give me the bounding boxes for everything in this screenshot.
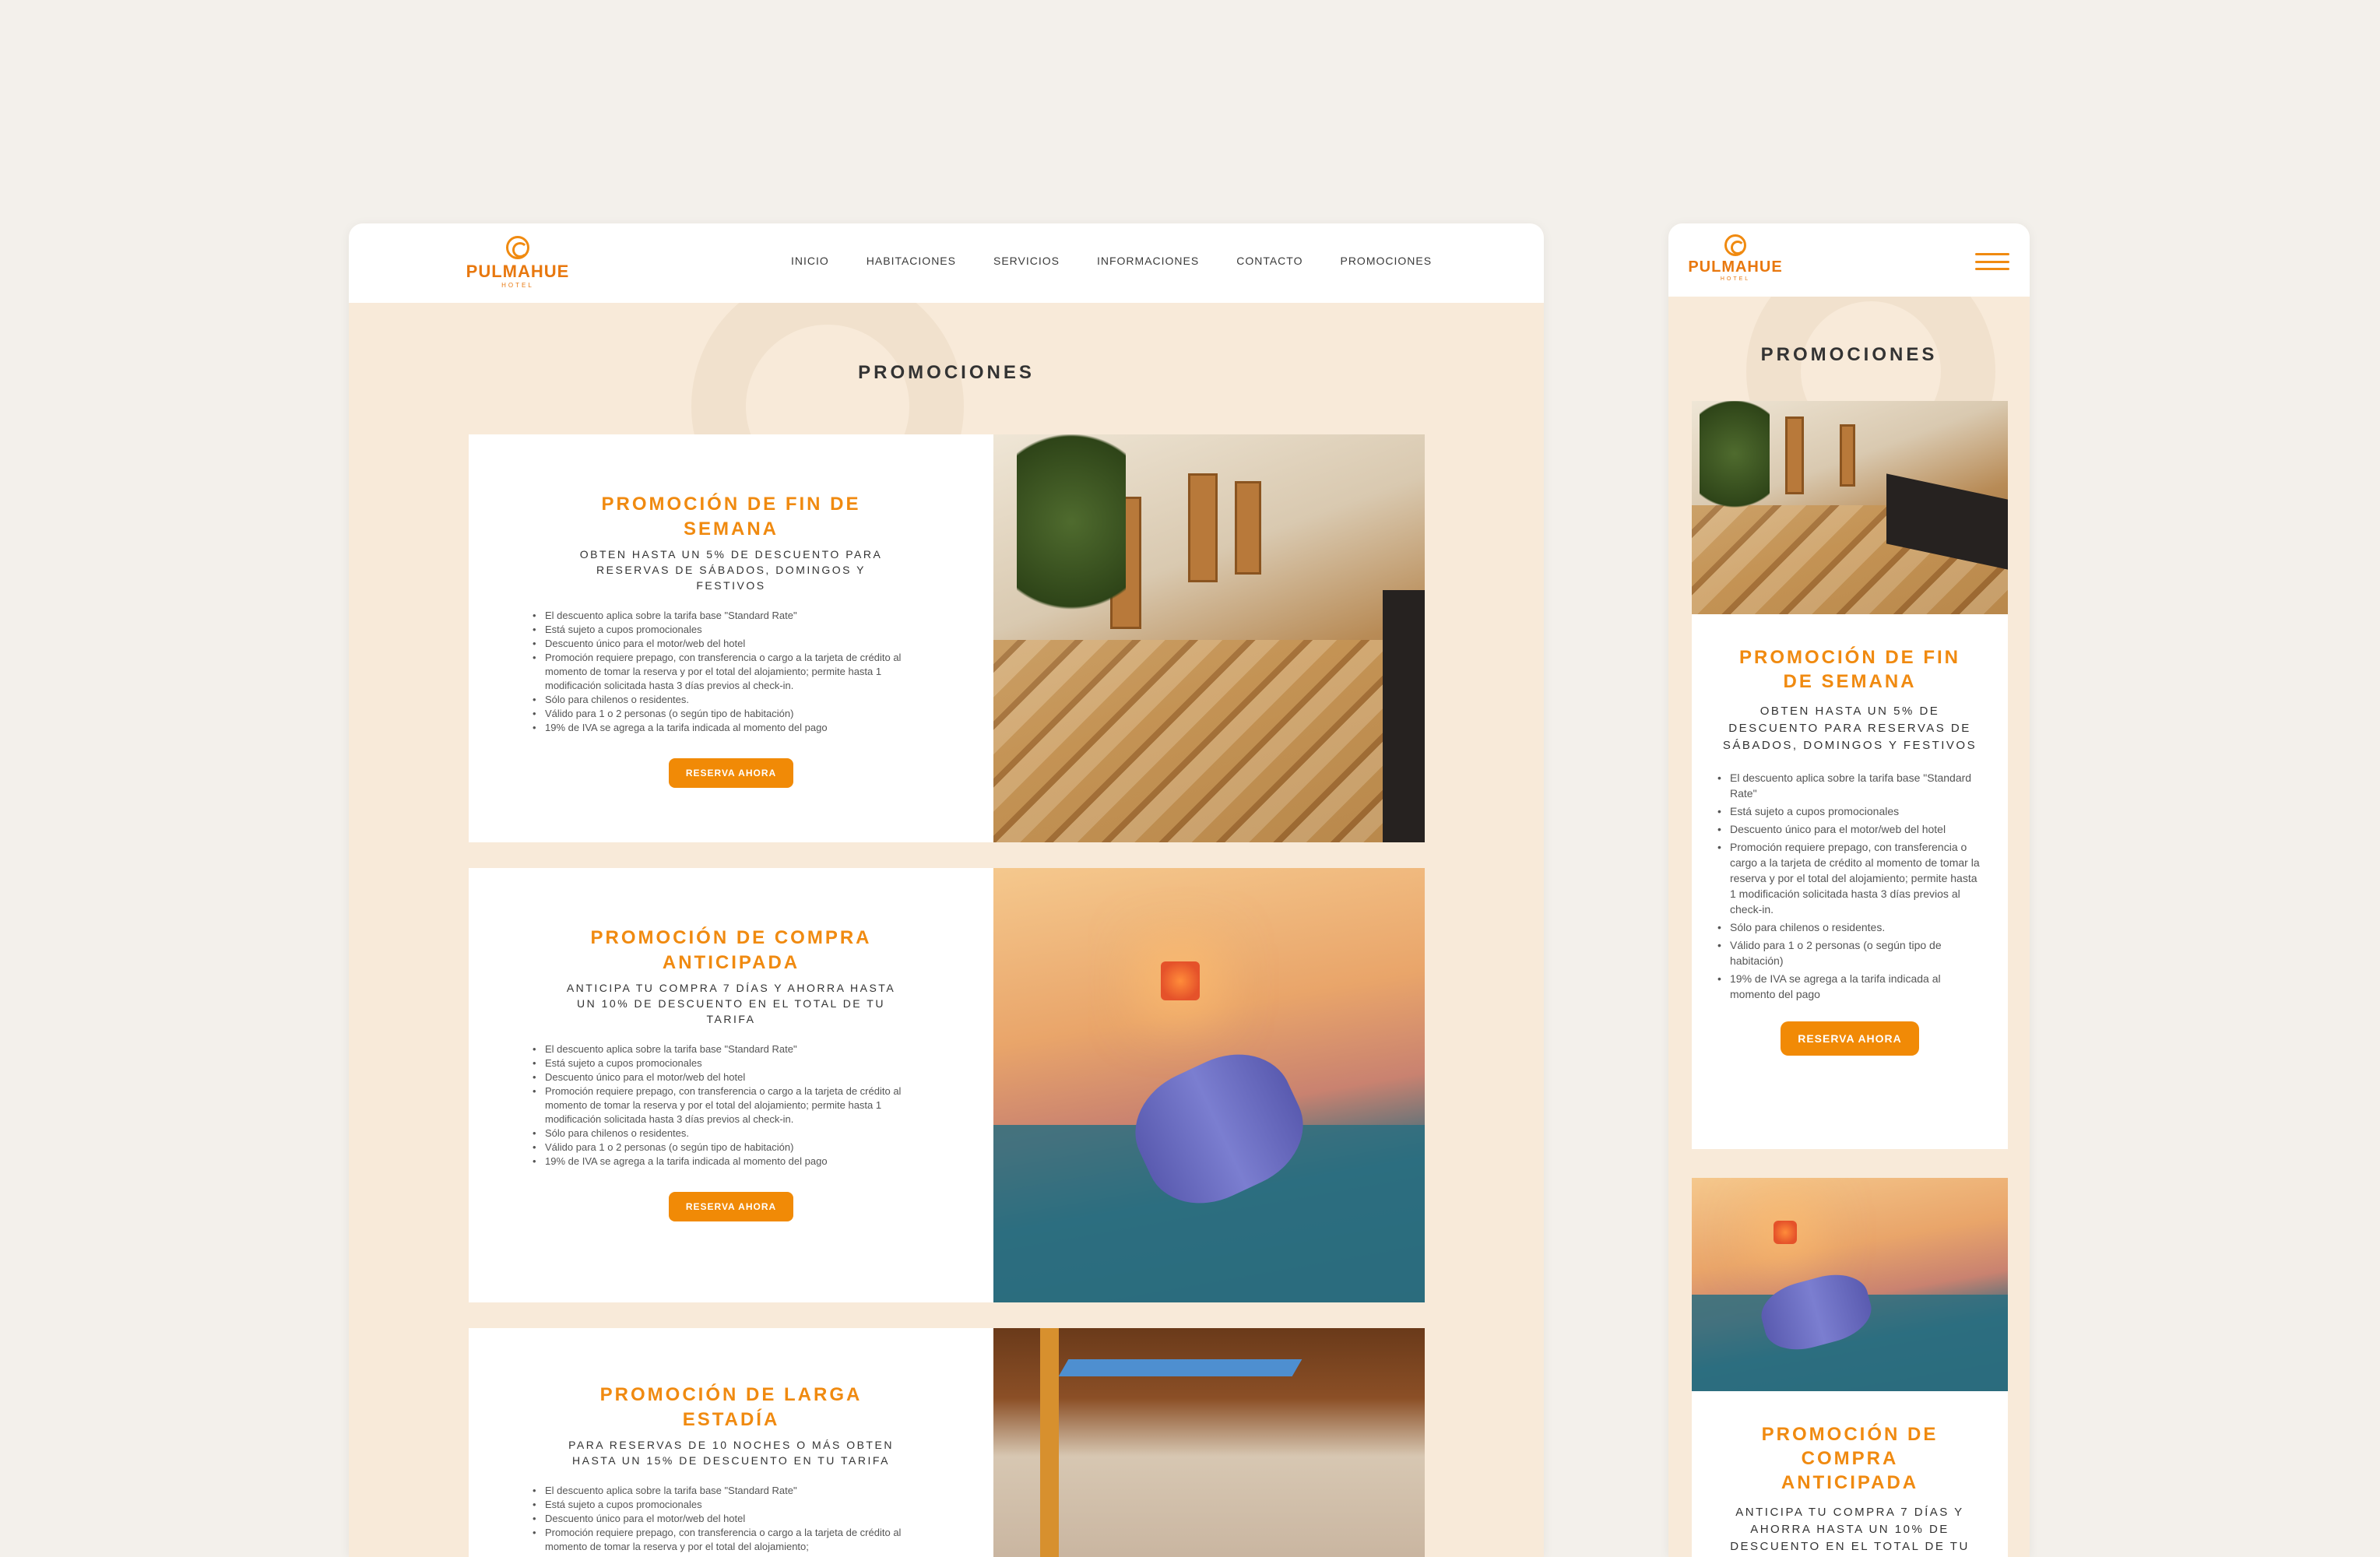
promo-text: PROMOCIÓN DE FIN DE SEMANA OBTEN HASTA U… xyxy=(469,434,993,842)
promo-subtitle: OBTEN HASTA UN 5% DE DESCUENTO PARA RESE… xyxy=(1722,705,1977,752)
promo-card-fin-de-semana: PROMOCIÓN DE FIN DE SEMANA OBTEN HASTA U… xyxy=(469,434,1425,842)
list-item: El descuento aplica sobre la tarifa base… xyxy=(533,1484,930,1498)
page-title: PROMOCIONES xyxy=(1760,344,1938,365)
hallway-photo xyxy=(993,434,1425,842)
wooden-beam xyxy=(1040,1328,1059,1557)
room-towel-photo xyxy=(1692,1178,2008,1391)
nav-item-informaciones[interactable]: INFORMACIONES xyxy=(1097,255,1199,267)
nav-item-contacto[interactable]: CONTACTO xyxy=(1236,255,1302,267)
list-item: Válido para 1 o 2 personas (o según tipo… xyxy=(1717,937,1982,968)
list-item: 19% de IVA se agrega a la tarifa indicad… xyxy=(533,1155,930,1169)
desktop-mockup: PULMAHUE HOTEL INICIO HABITACIONES SERVI… xyxy=(349,223,1544,1557)
promo-conditions: El descuento aplica sobre la tarifa base… xyxy=(1717,770,1982,1004)
promo-card-larga-estadia: PROMOCIÓN DE LARGA ESTADÍA PARA RESERVAS… xyxy=(469,1328,1425,1557)
promo-title: PROMOCIÓN DE FIN DE SEMANA xyxy=(601,494,861,540)
logo-wordmark: PULMAHUE xyxy=(466,262,570,281)
list-item: Promoción requiere prepago, con transfer… xyxy=(533,1526,930,1554)
swirl-logo-icon xyxy=(1724,234,1746,256)
list-item: Sólo para chilenos o residentes. xyxy=(533,693,930,707)
list-item: El descuento aplica sobre la tarifa base… xyxy=(533,1042,930,1056)
page-title: PROMOCIONES xyxy=(858,362,1035,383)
promo-subtitle: ANTICIPA TU COMPRA 7 DÍAS Y AHORRA HASTA… xyxy=(566,982,896,1025)
reserva-ahora-button[interactable]: RESERVA AHORA xyxy=(668,758,794,788)
lamp xyxy=(1774,1221,1797,1244)
list-item: Descuento único para el motor/web del ho… xyxy=(533,1512,930,1526)
reserva-ahora-button[interactable]: RESERVA AHORA xyxy=(1781,1021,1919,1056)
floor-tiles xyxy=(993,640,1425,842)
list-item: Está sujeto a cupos promocionales xyxy=(533,623,930,637)
list-item: Sólo para chilenos o residentes. xyxy=(1717,919,1982,935)
promo-subtitle: PARA RESERVAS DE 10 NOCHES O MÁS OBTEN H… xyxy=(568,1439,894,1467)
promo-title: PROMOCIÓN DE COMPRA ANTICIPADA xyxy=(590,927,872,973)
hamburger-menu-icon[interactable] xyxy=(1975,253,2009,270)
promo-card-compra-anticipada: PROMOCIÓN DE COMPRA ANTICIPADA ANTICIPA … xyxy=(469,868,1425,1302)
promo-title: PROMOCIÓN DE COMPRA ANTICIPADA xyxy=(1761,1424,1939,1493)
list-item: 19% de IVA se agrega a la tarifa indicad… xyxy=(533,721,930,735)
promo-text: PROMOCIÓN DE LARGA ESTADÍA PARA RESERVAS… xyxy=(469,1328,993,1557)
logo-tagline: HOTEL xyxy=(1720,276,1751,282)
list-item: Promoción requiere prepago, con transfer… xyxy=(533,651,930,693)
list-item: Descuento único para el motor/web del ho… xyxy=(533,1070,930,1084)
door xyxy=(1785,416,1804,494)
door xyxy=(1840,424,1855,487)
list-item: Descuento único para el motor/web del ho… xyxy=(1717,821,1982,837)
plant xyxy=(1017,434,1126,652)
list-item: El descuento aplica sobre la tarifa base… xyxy=(1717,770,1982,801)
lamp xyxy=(1161,961,1200,1000)
promo-card-fin-de-semana: PROMOCIÓN DE FIN DE SEMANA OBTEN HASTA U… xyxy=(1692,401,2008,1149)
promo-card-compra-anticipada: PROMOCIÓN DE COMPRA ANTICIPADA ANTICIPA … xyxy=(1692,1178,2008,1557)
hotel-logo[interactable]: PULMAHUE HOTEL xyxy=(466,236,568,289)
list-item: Válido para 1 o 2 personas (o según tipo… xyxy=(533,1141,930,1155)
list-item: Promoción requiere prepago, con transfer… xyxy=(1717,839,1982,917)
logo-wordmark: PULMAHUE xyxy=(1688,258,1783,276)
list-item: Promoción requiere prepago, con transfer… xyxy=(533,1084,930,1126)
mobile-mockup: PULMAHUE HOTEL PROMOCIONES PROMOCIÓN DE … xyxy=(1668,223,2030,1557)
list-item: Está sujeto a cupos promocionales xyxy=(533,1498,930,1512)
reserva-ahora-button[interactable]: RESERVA AHORA xyxy=(668,1192,794,1221)
list-item: El descuento aplica sobre la tarifa base… xyxy=(533,609,930,623)
promo-conditions: El descuento aplica sobre la tarifa base… xyxy=(533,1042,930,1169)
list-item: Válido para 1 o 2 personas (o según tipo… xyxy=(533,707,930,721)
patio-photo xyxy=(993,1328,1425,1557)
mobile-header: PULMAHUE HOTEL xyxy=(1668,223,2030,297)
promo-subtitle: OBTEN HASTA UN 5% DE DESCUENTO PARA RESE… xyxy=(579,548,883,592)
nav-item-inicio[interactable]: INICIO xyxy=(791,255,829,267)
promo-text: PROMOCIÓN DE COMPRA ANTICIPADA ANTICIPA … xyxy=(469,868,993,1302)
door xyxy=(1188,473,1218,582)
site-header: PULMAHUE HOTEL INICIO HABITACIONES SERVI… xyxy=(349,223,1544,303)
hallway-photo xyxy=(1692,401,2008,614)
list-item: Sólo para chilenos o residentes. xyxy=(533,1126,930,1141)
promo-title: PROMOCIÓN DE LARGA ESTADÍA xyxy=(599,1384,863,1430)
sofa xyxy=(1383,590,1425,842)
swirl-logo-icon xyxy=(506,236,529,259)
nav-item-servicios[interactable]: SERVICIOS xyxy=(993,255,1060,267)
list-item: Está sujeto a cupos promocionales xyxy=(1717,803,1982,819)
promo-subtitle: ANTICIPA TU COMPRA 7 DÍAS Y AHORRA HASTA… xyxy=(1730,1506,1970,1553)
main-nav: INICIO HABITACIONES SERVICIOS INFORMACIO… xyxy=(791,255,1432,267)
door xyxy=(1235,481,1261,575)
hotel-logo[interactable]: PULMAHUE HOTEL xyxy=(1688,234,1782,282)
plant xyxy=(1700,401,1770,533)
nav-item-promociones[interactable]: PROMOCIONES xyxy=(1340,255,1432,267)
list-item: 19% de IVA se agrega a la tarifa indicad… xyxy=(1717,971,1982,1002)
promo-title: PROMOCIÓN DE FIN DE SEMANA xyxy=(1738,647,1960,692)
promo-conditions: El descuento aplica sobre la tarifa base… xyxy=(533,609,930,735)
promo-conditions: El descuento aplica sobre la tarifa base… xyxy=(533,1484,930,1554)
list-item: Está sujeto a cupos promocionales xyxy=(533,1056,930,1070)
skylight xyxy=(1058,1359,1302,1376)
list-item: Descuento único para el motor/web del ho… xyxy=(533,637,930,651)
logo-tagline: HOTEL xyxy=(501,282,534,289)
room-towel-photo xyxy=(993,868,1425,1302)
nav-item-habitaciones[interactable]: HABITACIONES xyxy=(867,255,956,267)
